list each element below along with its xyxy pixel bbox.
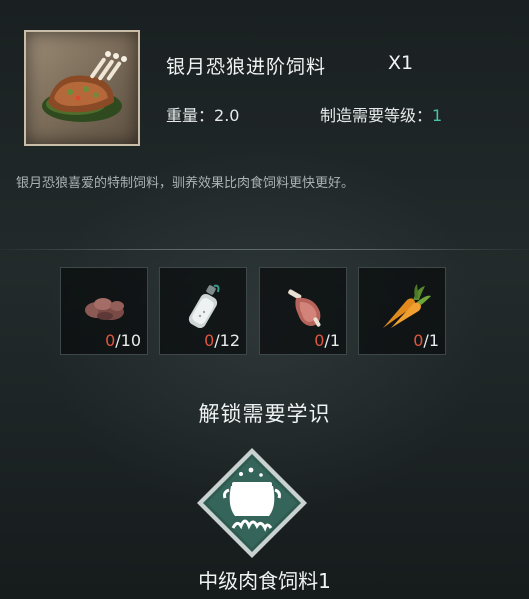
item-title: 银月恐狼进阶饲料 — [166, 56, 327, 78]
carrot-icon — [383, 284, 431, 328]
recipe-name: 中级肉食饲料1 — [198, 569, 331, 593]
ribs-meat-icon — [288, 289, 321, 327]
material-count: 0/10 — [105, 331, 141, 350]
material-count: 0/1 — [413, 331, 439, 350]
unlock-title: 解锁需要学识 — [198, 402, 331, 426]
level-value: 1 — [432, 106, 443, 125]
material-count: 0/12 — [204, 331, 240, 350]
level-label: 制造需要等级： — [320, 106, 433, 125]
weight-label: 重量： — [166, 106, 215, 125]
material-slot-3[interactable]: 0/1 — [259, 267, 347, 355]
item-icon-frame — [24, 30, 140, 146]
recipe-card[interactable] — [195, 446, 309, 560]
divider — [0, 249, 529, 250]
cooking-pot-icon — [197, 448, 307, 558]
salt-bottle-icon — [188, 284, 220, 329]
item-description: 银月恐狼喜爱的特制饲料，驯养效果比肉食饲料更快更好。 — [16, 176, 355, 191]
weight-stat: 重量：2.0 — [166, 102, 239, 126]
item-quantity: X1 — [388, 52, 414, 74]
material-slot-4[interactable]: 0/1 — [358, 267, 446, 355]
level-stat: 制造需要等级：1 — [320, 102, 442, 126]
weight-value: 2.0 — [214, 106, 240, 125]
material-count: 0/1 — [314, 331, 340, 350]
raw-meat-chunks-icon — [85, 298, 124, 320]
material-slot-2[interactable]: 0/12 — [159, 267, 247, 355]
material-slot-1[interactable]: 0/10 — [60, 267, 148, 355]
roast-rack-icon — [42, 51, 127, 122]
